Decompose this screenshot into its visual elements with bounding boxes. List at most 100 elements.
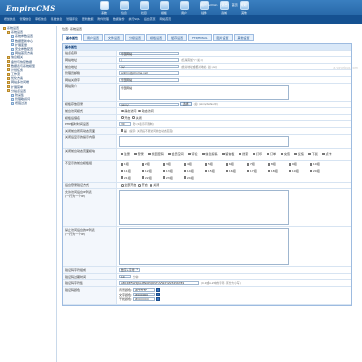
checkbox[interactable]: [183, 176, 187, 179]
textarea-field[interactable]: 帝国网站: [119, 84, 289, 100]
checkbox[interactable]: [141, 169, 145, 173]
quick-menu-item[interactable]: 网站首页: [160, 15, 172, 24]
color-picker-icon[interactable]: [156, 297, 160, 301]
top-nav-0[interactable]: 系统: [95, 1, 113, 16]
checkbox[interactable]: [162, 176, 166, 179]
quick-menu-item[interactable]: 管理信息: [20, 15, 32, 24]
top-nav-3[interactable]: 模板: [155, 1, 173, 16]
tab-item[interactable]: FTP/EMAIL: [188, 34, 212, 41]
radio-button[interactable]: [121, 184, 124, 187]
checkbox[interactable]: [162, 169, 166, 173]
textarea-field[interactable]: [119, 135, 289, 147]
quick-menu-item[interactable]: 后台首页: [144, 15, 156, 24]
checkbox[interactable]: [308, 152, 311, 156]
quick-menu-item[interactable]: 数据备份: [113, 15, 125, 24]
radio-button[interactable]: [138, 109, 141, 113]
text-input[interactable]: ABCDEFGHIJKLMNOPQRSTUVWXYZ23456789: [119, 281, 199, 285]
radio-button[interactable]: [138, 184, 141, 187]
text-input[interactable]: 帝国网站: [119, 77, 179, 82]
checkbox[interactable]: [225, 169, 229, 173]
checkbox[interactable]: [120, 129, 124, 133]
text-input[interactable]: 帝国网站: [119, 51, 179, 56]
quick-menu-item[interactable]: 附件管理: [97, 15, 109, 24]
quick-menu-item[interactable]: 审核信息: [35, 15, 47, 24]
checkbox[interactable]: [266, 152, 270, 156]
checkbox[interactable]: [246, 163, 250, 166]
checkbox[interactable]: [288, 169, 292, 173]
checkbox[interactable]: [141, 163, 145, 166]
checkbox[interactable]: [183, 163, 187, 166]
checkbox[interactable]: [168, 152, 171, 156]
checkbox[interactable]: [280, 152, 284, 156]
color-input[interactable]: #000000: [133, 292, 156, 297]
field-value: /skin/选择 (如: /skin/default/): [117, 102, 351, 108]
quick-menu-item[interactable]: 增加信息: [4, 15, 16, 24]
tab-item[interactable]: 基本属性: [62, 34, 83, 41]
top-nav-1[interactable]: 信息: [115, 1, 133, 16]
top-nav-2[interactable]: 栏目: [135, 1, 153, 16]
checkbox[interactable]: [134, 152, 137, 156]
color-input[interactable]: #FFFFFF: [133, 288, 156, 292]
user-link[interactable]: 用户: admin: [200, 3, 217, 7]
checkbox[interactable]: [120, 176, 124, 179]
radio-button[interactable]: [121, 116, 124, 119]
checkbox[interactable]: [204, 169, 208, 173]
tab-item[interactable]: 分级设置: [125, 34, 146, 41]
checkbox[interactable]: [188, 152, 191, 156]
quick-menu-item[interactable]: 更新数据: [82, 15, 94, 24]
checkbox[interactable]: [120, 169, 124, 173]
text-input[interactable]: 10: [119, 274, 131, 279]
checkbox[interactable]: [141, 176, 145, 179]
radio-button[interactable]: [121, 109, 124, 113]
text-input[interactable]: /e/: [119, 64, 179, 69]
user-link[interactable]: [退出]: [220, 3, 228, 7]
checkbox[interactable]: [267, 163, 271, 166]
tab-item[interactable]: 图片设置: [212, 34, 233, 41]
checkbox[interactable]: [162, 163, 166, 166]
checkbox[interactable]: [309, 163, 313, 166]
checkbox[interactable]: [148, 152, 151, 156]
text-input[interactable]: 30: [119, 122, 131, 126]
textarea-field[interactable]: [119, 190, 289, 226]
tab-item[interactable]: 用户设置: [83, 34, 104, 41]
checkbox[interactable]: [252, 152, 256, 156]
quick-menu-item[interactable]: 管理评论: [66, 15, 78, 24]
text-input[interactable]: /skin/: [119, 102, 179, 107]
user-link[interactable]: 首页: [232, 3, 238, 7]
top-nav-4[interactable]: 用户: [175, 1, 193, 16]
checkbox[interactable]: [322, 152, 325, 156]
radio-button[interactable]: [132, 116, 135, 119]
checkbox[interactable]: [204, 163, 208, 166]
color-picker-icon[interactable]: [156, 288, 160, 292]
color-picker-icon[interactable]: [156, 292, 160, 297]
quick-menu-item[interactable]: 执行SQL: [129, 15, 141, 24]
tab-item[interactable]: 模板设置: [146, 34, 167, 41]
checkbox[interactable]: [120, 163, 124, 166]
text-input[interactable]: /: [119, 58, 179, 62]
radio-button[interactable]: [149, 184, 153, 187]
color-input[interactable]: #CCCCCC: [133, 297, 156, 301]
checkbox[interactable]: [288, 163, 292, 166]
checkbox[interactable]: [183, 169, 187, 173]
checkbox[interactable]: [309, 169, 313, 173]
checkbox[interactable]: [238, 152, 242, 156]
user-link[interactable]: 帮助: [241, 3, 247, 7]
checkbox[interactable]: [120, 152, 124, 156]
empirecms-logo[interactable]: EmpireCMS: [6, 4, 56, 13]
checkbox[interactable]: [294, 152, 298, 156]
checkbox[interactable]: [225, 163, 229, 166]
textarea-field[interactable]: [119, 228, 289, 266]
template-group-cell: 2组: [140, 162, 161, 166]
checkbox[interactable]: [246, 169, 250, 173]
select-dropdown[interactable]: 数字+字母: [119, 268, 140, 272]
checkbox[interactable]: [202, 152, 205, 156]
tab-item[interactable]: 缓存设置: [167, 34, 188, 41]
checkbox[interactable]: [267, 169, 271, 173]
quick-menu-item[interactable]: 签发信息: [51, 15, 63, 24]
sidebar-item[interactable]: 增强过滤: [0, 101, 56, 105]
browse-button[interactable]: 选择: [180, 102, 192, 107]
tab-item[interactable]: 文件设置: [104, 34, 125, 41]
text-input[interactable]: admin@phome.net: [119, 71, 179, 75]
checkbox[interactable]: [221, 152, 225, 156]
tab-item[interactable]: 其他设置: [233, 34, 254, 41]
